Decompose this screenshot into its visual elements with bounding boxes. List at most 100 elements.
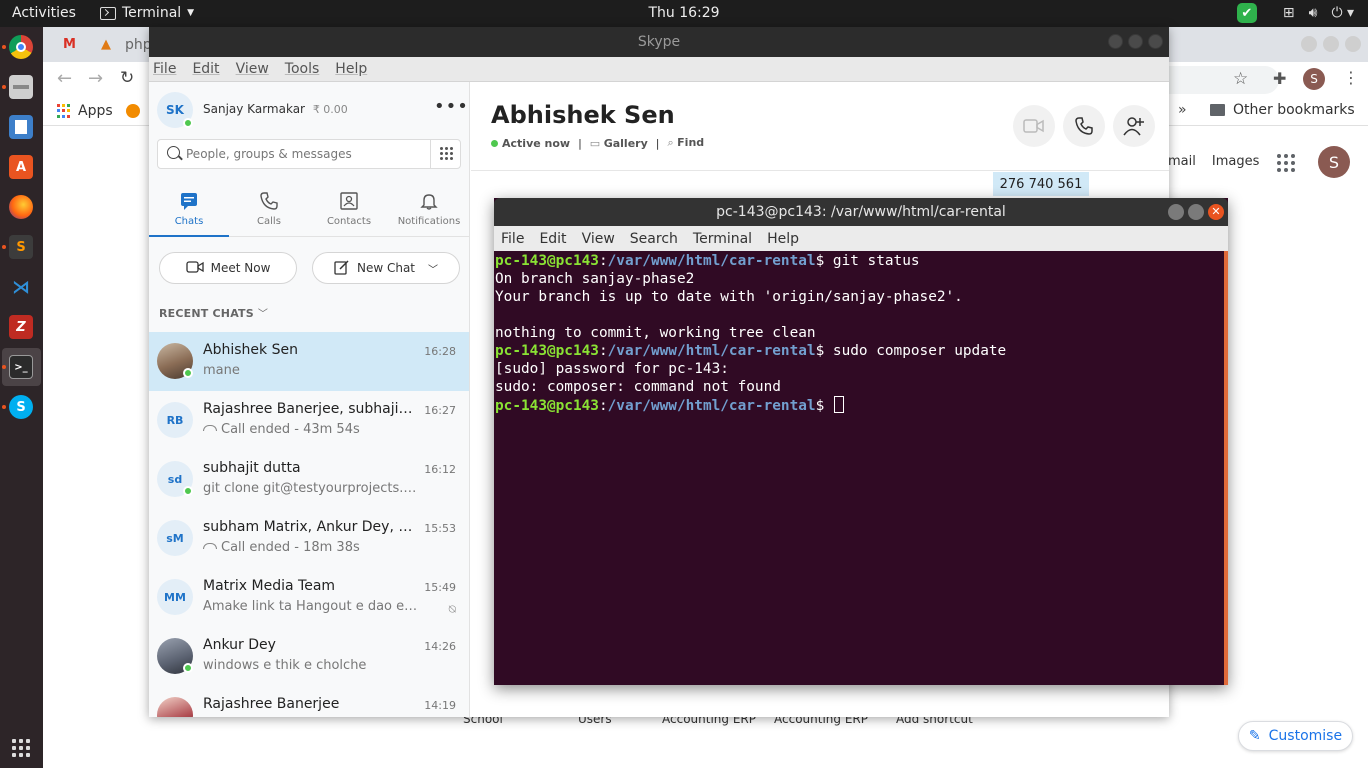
- vscode-dock-icon[interactable]: ⋊: [9, 275, 33, 299]
- tab-chats-label: Chats: [174, 216, 204, 227]
- terminal-maximize-button[interactable]: [1188, 204, 1204, 220]
- update-check-icon[interactable]: ✔: [1236, 3, 1257, 23]
- terminal-scrollbar[interactable]: [1224, 251, 1228, 685]
- php-tab-icon[interactable]: ▲: [101, 37, 111, 52]
- new-chat-button[interactable]: New Chat ﹀: [312, 252, 460, 284]
- recent-chats-header[interactable]: RECENT CHATS ﹀: [159, 305, 268, 320]
- google-apps-icon[interactable]: [1277, 154, 1295, 172]
- network-icon[interactable]: ⊞: [1283, 5, 1295, 21]
- tab-chats[interactable]: Chats: [149, 190, 229, 234]
- chat-list-item[interactable]: Ankur Dey 14:26 windows e thik e cholche: [149, 627, 469, 686]
- forward-arrow-icon[interactable]: →: [88, 68, 103, 89]
- terminal-menu-search[interactable]: Search: [630, 231, 678, 247]
- terminal-menubar: File Edit View Search Terminal Help: [494, 226, 1228, 251]
- writer-dock-icon[interactable]: [9, 115, 33, 139]
- chat-list-item[interactable]: Abhishek Sen 16:28 mane: [149, 332, 469, 391]
- more-options-icon[interactable]: •••: [434, 96, 469, 117]
- php-tab-label[interactable]: php: [125, 37, 152, 53]
- terminal-prompt-line: pc-143@pc143:/var/www/html/car-rental$ s…: [495, 342, 1223, 360]
- prompt-path: /var/www/html/car-rental: [607, 253, 816, 269]
- skype-minimize-button[interactable]: [1108, 34, 1123, 49]
- profile-name-block[interactable]: Sanjay Karmakar ₹ 0.00: [203, 102, 348, 116]
- chrome-profile-avatar[interactable]: S: [1303, 68, 1325, 90]
- chat-list-item[interactable]: Rajashree Banerjee 14:19: [149, 686, 469, 717]
- chrome-menu-icon[interactable]: ⋮: [1343, 68, 1359, 87]
- search-input[interactable]: [186, 145, 426, 163]
- skype-maximize-button[interactable]: [1128, 34, 1143, 49]
- skype-menu-help[interactable]: Help: [335, 61, 367, 77]
- back-arrow-icon[interactable]: ←: [57, 68, 72, 89]
- terminal-menu-help[interactable]: Help: [767, 231, 799, 247]
- terminal-menu-file[interactable]: File: [501, 231, 524, 247]
- chrome-minimize-button[interactable]: [1301, 36, 1317, 52]
- software-dock-icon[interactable]: A: [9, 155, 33, 179]
- chat-name: Ankur Dey: [203, 637, 276, 653]
- chat-name: Abhishek Sen: [203, 342, 298, 358]
- audio-call-button[interactable]: [1063, 105, 1105, 147]
- meet-now-button[interactable]: Meet Now: [159, 252, 297, 284]
- bookmarks-overflow-chevron[interactable]: »: [1178, 102, 1187, 118]
- reload-icon[interactable]: ↻: [120, 68, 134, 88]
- conversation-title[interactable]: Abhishek Sen: [491, 101, 675, 129]
- images-link[interactable]: Images: [1212, 154, 1260, 169]
- clock[interactable]: Thu 16:29: [0, 5, 1368, 21]
- app-menu[interactable]: Terminal ▼: [100, 5, 194, 21]
- skype-close-button[interactable]: [1148, 34, 1163, 49]
- omnibox[interactable]: [1169, 66, 1279, 94]
- chat-list-item[interactable]: RB Rajashree Banerjee, subhajit d... 16:…: [149, 391, 469, 450]
- tab-contacts[interactable]: Contacts: [309, 190, 389, 234]
- gmail-tab-icon[interactable]: M: [63, 37, 76, 52]
- terminal-menu-view[interactable]: View: [582, 231, 615, 247]
- add-people-button[interactable]: [1113, 105, 1155, 147]
- filezilla-dock-icon[interactable]: Z: [9, 315, 33, 339]
- terminal-menu-edit[interactable]: Edit: [539, 231, 566, 247]
- chat-list-item[interactable]: sd subhajit dutta 16:12 git clone git@te…: [149, 450, 469, 509]
- show-applications-icon[interactable]: [12, 739, 30, 757]
- gmail-link[interactable]: mail: [1168, 154, 1196, 169]
- tab-calls-label: Calls: [257, 216, 281, 227]
- skype-menu-tools[interactable]: Tools: [285, 61, 320, 77]
- terminal-menu-terminal[interactable]: Terminal: [693, 231, 752, 247]
- dialpad-icon[interactable]: [430, 140, 460, 168]
- find-link[interactable]: ⌕ Find: [667, 136, 704, 150]
- terminal-minimize-button[interactable]: [1168, 204, 1184, 220]
- terminal-dock-icon[interactable]: >_: [9, 355, 33, 379]
- running-indicator: [2, 45, 6, 49]
- tab-calls[interactable]: Calls: [229, 190, 309, 234]
- bookmark-favicon-icon[interactable]: [125, 104, 140, 118]
- chat-preview: mane: [203, 363, 240, 378]
- presence-dot: [491, 139, 498, 147]
- chat-time: 14:26: [424, 640, 456, 653]
- terminal-output[interactable]: pc-143@pc143:/var/www/html/car-rental$ g…: [494, 251, 1224, 685]
- skype-menu-file[interactable]: File: [153, 61, 176, 77]
- apps-shortcut[interactable]: Apps: [57, 103, 140, 119]
- presence-indicator: [183, 368, 193, 378]
- sublime-dock-icon[interactable]: S: [9, 235, 33, 259]
- terminal-close-button[interactable]: ✕: [1208, 204, 1224, 220]
- video-call-button[interactable]: [1013, 105, 1055, 147]
- skype-menu-edit[interactable]: Edit: [192, 61, 219, 77]
- extensions-puzzle-icon[interactable]: ✚: [1273, 69, 1286, 88]
- google-account-avatar[interactable]: S: [1318, 146, 1350, 178]
- chat-list-item[interactable]: sM subham Matrix, Ankur Dey, 2 ... 15:53…: [149, 509, 469, 568]
- skype-menu-view[interactable]: View: [236, 61, 269, 77]
- chrome-close-button[interactable]: [1345, 36, 1361, 52]
- video-camera-icon: [1023, 119, 1044, 133]
- gallery-link[interactable]: ▭ Gallery: [590, 137, 648, 150]
- bookmark-star-icon[interactable]: ☆: [1233, 69, 1248, 89]
- other-bookmarks-folder[interactable]: Other bookmarks: [1210, 102, 1355, 118]
- volume-icon[interactable]: 🔊︎: [1309, 5, 1318, 21]
- running-indicator: [2, 365, 6, 369]
- skype-dock-icon[interactable]: S: [9, 395, 33, 419]
- message-bubble[interactable]: 276 740 561: [993, 172, 1089, 196]
- customise-button[interactable]: ✎ Customise: [1238, 721, 1353, 751]
- tab-notifications[interactable]: Notifications: [389, 190, 469, 234]
- files-dock-icon[interactable]: [9, 75, 33, 99]
- power-icon[interactable]: ⏻ ▾: [1331, 5, 1354, 21]
- chrome-dock-icon[interactable]: [9, 35, 33, 59]
- activities-button[interactable]: Activities: [12, 5, 76, 21]
- firefox-dock-icon[interactable]: [9, 195, 33, 219]
- chat-list-item[interactable]: MM Matrix Media Team 15:49 Amake link ta…: [149, 568, 469, 627]
- chrome-maximize-button[interactable]: [1323, 36, 1339, 52]
- prompt-path: /var/www/html/car-rental: [607, 398, 816, 414]
